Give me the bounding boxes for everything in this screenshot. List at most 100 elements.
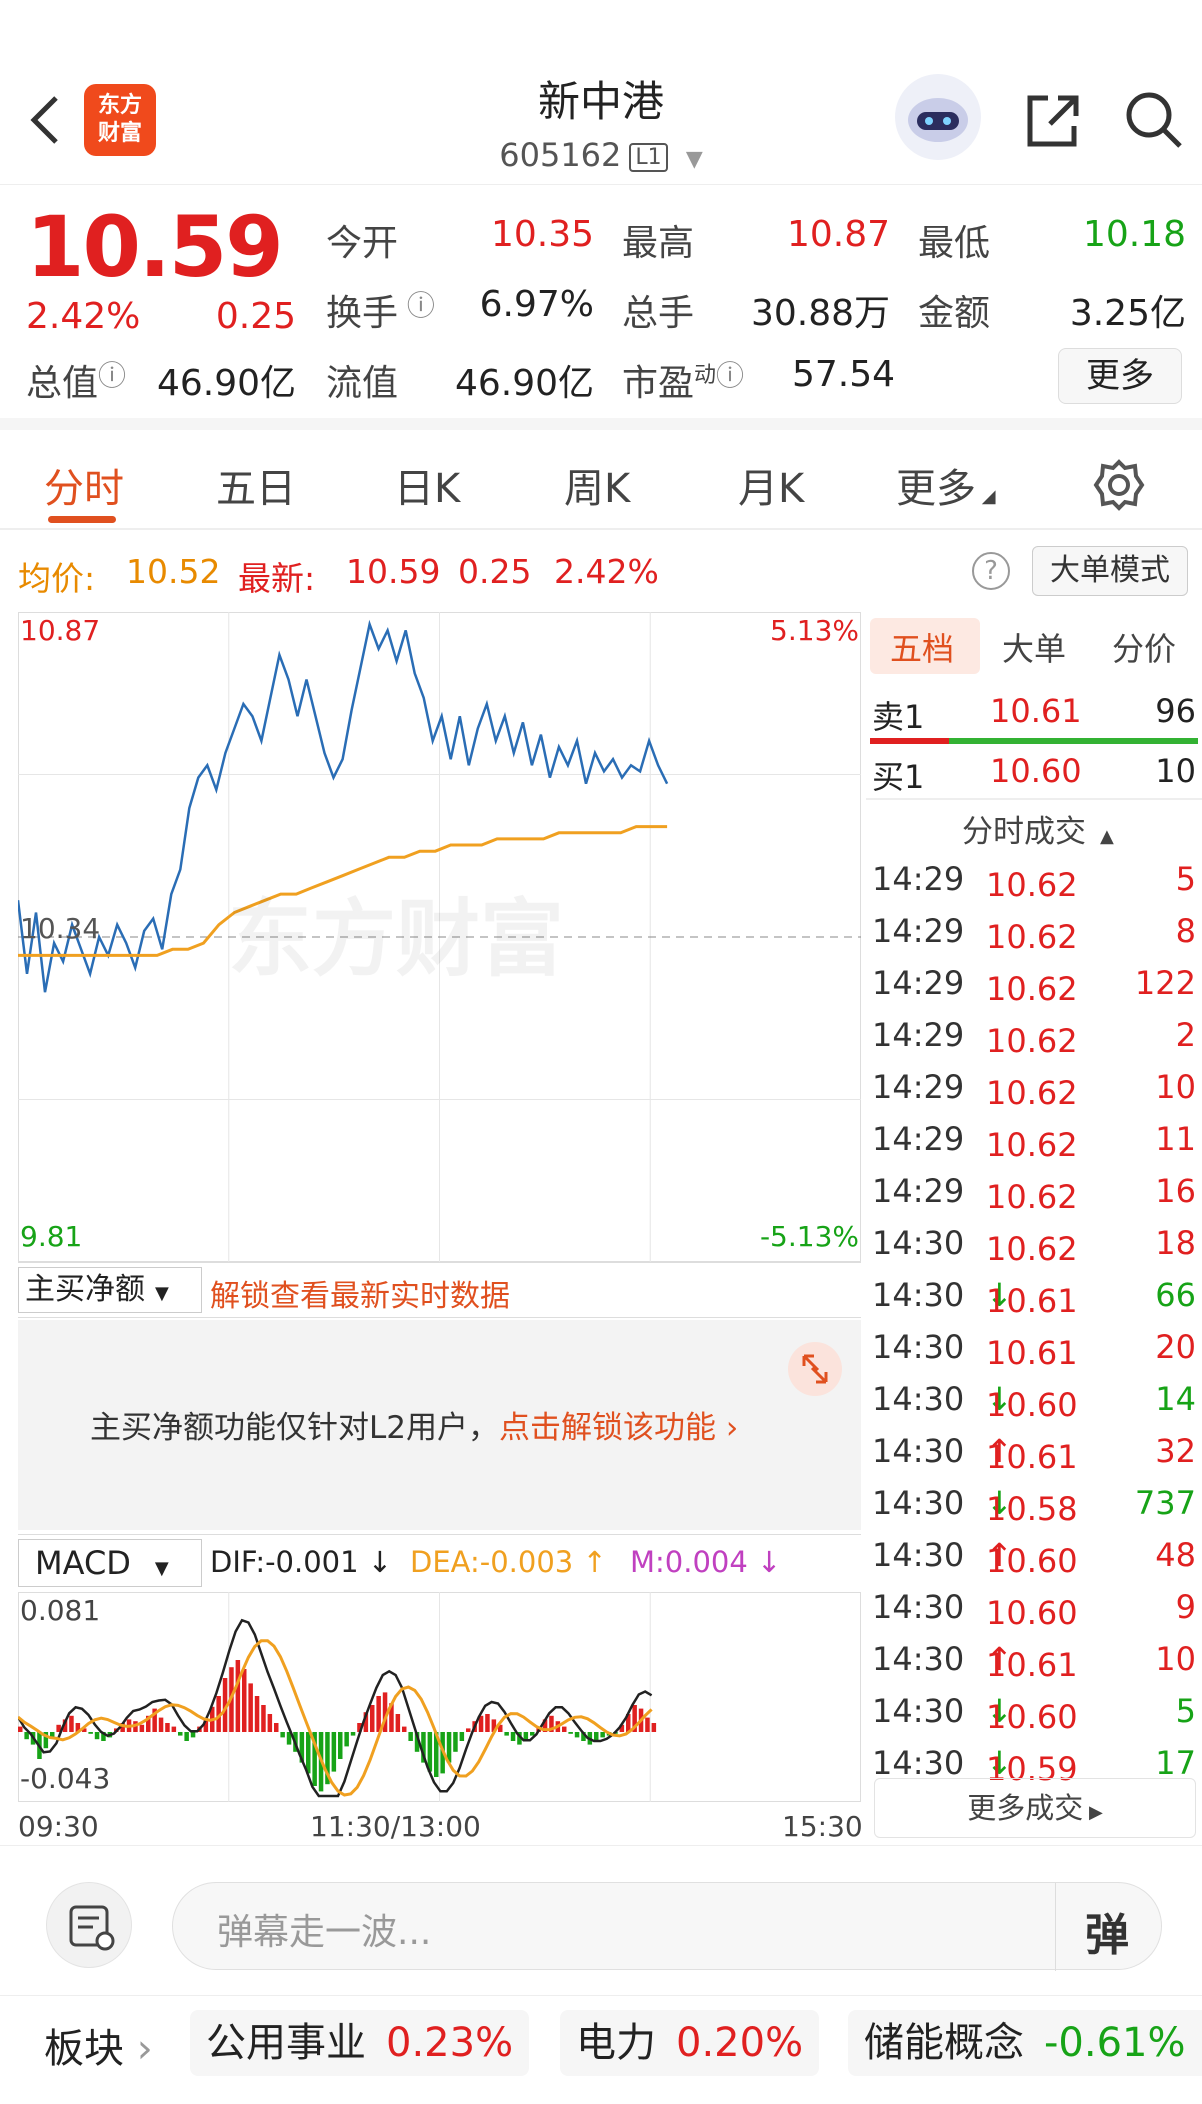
trade-time: 14:29 [872,1120,965,1158]
trade-price-text: 10.62 [986,970,1078,1008]
comment-input[interactable]: 弹幕走一波... 弹 [172,1882,1162,1971]
more-button[interactable]: 更多 [1058,348,1182,404]
macd-chart[interactable]: 0.081 -0.043 [16,1592,861,1802]
macd-bar [94,1732,100,1740]
macd-bar [88,1732,93,1734]
low-label: 最低 [918,223,991,264]
trade-volume: 14 [1155,1380,1196,1418]
macd-bar [338,1732,343,1759]
trade-volume: 20 [1155,1328,1196,1366]
big-order-mode-button[interactable]: 大单模式 [1032,546,1188,596]
sector-chip[interactable]: 公用事业 0.23% [190,2010,530,2076]
float-label: 流值 [326,363,399,404]
sector-label-text: 板块 [44,2026,124,2072]
macd-bar [395,1714,401,1732]
chevron-down-icon: ▼ [154,1558,169,1579]
pe-label[interactable]: 市盈动ⓘ [622,354,744,406]
header-bar: 东方 财富 新中港 605162 L1 ▼ [0,50,1202,185]
macd-bar [562,1726,567,1732]
trade-price-text: 10.60 [986,1594,1078,1632]
sector-label[interactable]: 板块 › [44,2016,153,2074]
trade-time: 14:29 [872,964,965,1002]
trade-volume: 2 [1175,1016,1196,1054]
sell1-label: 卖1 [872,698,925,736]
trade-price-text: 10.62 [986,1230,1078,1268]
comment-list-icon[interactable] [46,1882,132,1968]
amount-label: 金额 [918,293,991,334]
buy1-label: 买1 [872,758,925,796]
trade-volume: 16 [1155,1172,1196,1210]
chevron-right-icon: › [716,1410,739,1446]
open-label: 今开 [326,223,399,264]
trade-price-text: 10.62 [986,1178,1078,1216]
trades-title[interactable]: 分时成交 ▲ [962,806,1114,851]
sector-chip[interactable]: 电力 0.20% [560,2010,820,2076]
trade-volume: 66 [1155,1276,1196,1314]
volume-label: 总手 [622,293,695,334]
indicator-selector[interactable]: MACD ▼ [18,1539,202,1587]
trade-volume: 32 [1155,1432,1196,1470]
macd-bar [350,1732,356,1736]
intraday-chart[interactable]: 东方财富 10.87 10.34 9.81 5.13% -5.13% [18,612,861,1262]
last-pct: 2.42% [554,552,659,591]
last-change: 0.25 [458,552,532,591]
trade-price: 10.58 ↓ [986,1484,1078,1528]
buy1-volume: 10 [1155,752,1196,790]
settings-gear-icon[interactable] [1092,458,1146,512]
tab-intraday[interactable]: 分时 [44,456,124,514]
tab-five-levels-label[interactable]: 五档 [890,624,954,670]
macd-bar [267,1714,273,1732]
macd-bar [158,1717,164,1732]
chevron-right-icon: › [124,2026,153,2072]
macd-bar [280,1732,285,1738]
trade-volume: 11 [1155,1120,1196,1158]
tab-price-dist[interactable]: 分价 [1112,624,1176,670]
mktcap-label[interactable]: 总值ⓘ [26,354,126,406]
locked-message: 主买净额功能仅针对L2用户，点击解锁该功能 › [90,1402,738,1447]
y-axis-top-label: 10.87 [20,614,101,647]
tab-five-day[interactable]: 五日 [216,456,296,514]
info-icon[interactable]: ⓘ [398,289,435,322]
trade-row: 14:29 10.62 11 [866,1114,1202,1166]
trade-price-text: 10.62 [986,866,1078,904]
volume-value: 30.88万 [750,293,890,334]
trade-volume: 5 [1175,860,1196,898]
trade-price-text: 10.61 [986,1646,1078,1684]
expand-icon[interactable] [788,1342,842,1396]
flow-selector[interactable]: 主买净额 ▼ [18,1267,202,1313]
unlock-link[interactable]: 点击解锁该功能 [499,1410,716,1446]
chart-info-bar: 均价: 10.52 最新: 10.59 0.25 2.42% ? 大单模式 [0,546,1202,602]
avg-value: 10.52 [126,552,221,591]
macd-bar [504,1732,509,1736]
more-trades-button[interactable]: 更多成交 ▶ [874,1778,1196,1838]
tab-more[interactable]: 更多 ◢ [896,456,996,514]
share-icon[interactable] [1020,88,1084,152]
tab-daily-k[interactable]: 日K [394,456,460,514]
tab-monthly-k[interactable]: 月K [738,456,804,514]
trade-price-text: 10.58 [986,1490,1078,1528]
info-icon[interactable]: ⓘ [716,359,744,392]
bid-ask-ratio-bar [870,738,1198,744]
macd-bar [344,1732,349,1747]
dea-value: DEA:-0.003 ↑ [410,1545,607,1579]
danmaku-send-button[interactable]: 弹 [1085,1899,1129,1963]
help-icon[interactable]: ? [972,552,1010,590]
search-icon[interactable] [1122,88,1186,152]
tab-weekly-k[interactable]: 周K [564,456,630,514]
level-badge: L1 [629,142,668,172]
tab-big-orders[interactable]: 大单 [1002,624,1066,670]
trade-volume: 737 [1134,1484,1196,1522]
chevron-down-icon: ▼ [685,147,703,172]
sector-chip[interactable]: 储能概念 -0.61% [848,2010,1202,2076]
trade-price: 10.61 ↓ [986,1276,1078,1320]
turnover-label[interactable]: 换手 ⓘ [326,284,435,336]
sort-up-icon: ▲ [1100,826,1114,847]
sector-bar: 板块 › 公用事业 0.23% 电力 0.20% 储能概念 -0.61% [0,1995,1202,2104]
unlock-hint[interactable]: 解锁查看最新实时数据 [210,1271,510,1315]
info-icon[interactable]: ⓘ [98,359,126,392]
robot-avatar-icon[interactable] [895,74,981,160]
trade-time: 14:30 [872,1588,965,1626]
trade-price-text: 10.62 [986,1074,1078,1112]
flow-header: 主买净额 ▼ 解锁查看最新实时数据 [18,1262,861,1318]
macd-bar [235,1660,241,1732]
